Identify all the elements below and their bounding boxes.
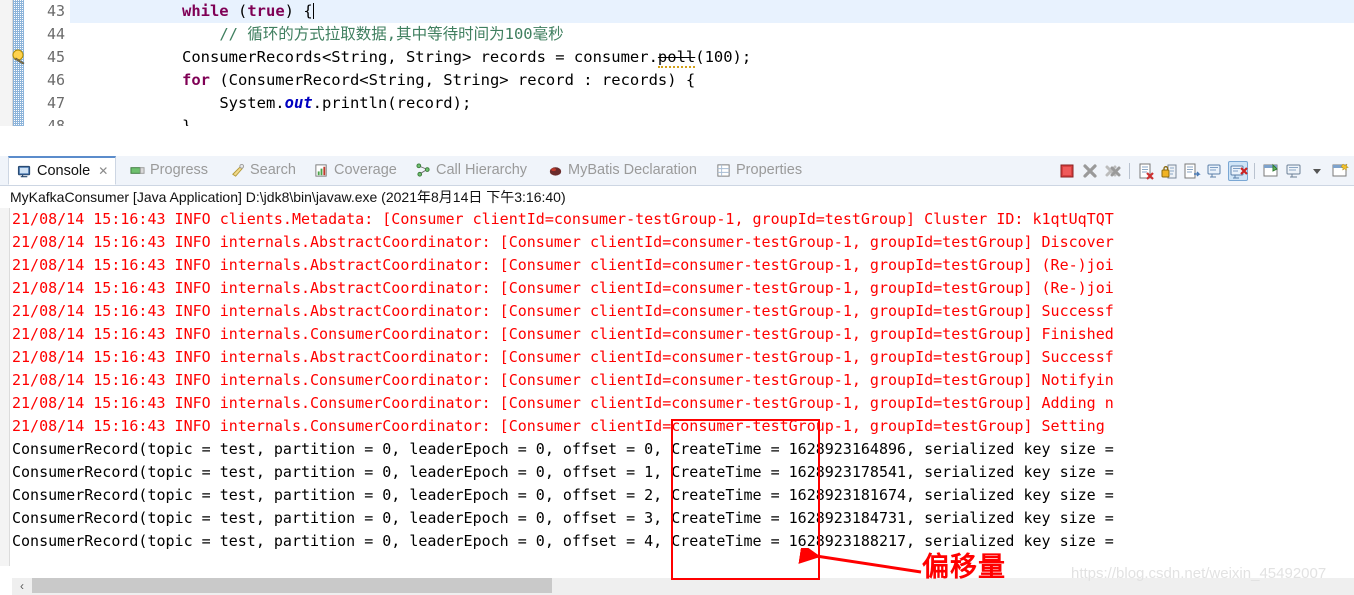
console-log-line[interactable]: ConsumerRecord(topic = test, partition =…: [12, 484, 1354, 507]
scrollbar-thumb[interactable]: [32, 578, 552, 593]
console-log-line[interactable]: 21/08/14 15:16:43 INFO internals.Abstrac…: [12, 300, 1354, 323]
terminate-icon[interactable]: [1057, 161, 1077, 181]
code-line[interactable]: for (ConsumerRecord<String, String> reco…: [70, 69, 1354, 92]
blog-watermark: https://blog.csdn.net/weixin_45492007: [1071, 565, 1327, 582]
toolbar-separator: [1129, 162, 1130, 179]
code-token: ) {: [284, 2, 313, 20]
properties-icon: [716, 163, 731, 178]
console-log-line[interactable]: 21/08/14 15:16:43 INFO internals.Consume…: [12, 369, 1354, 392]
console-log-line[interactable]: 21/08/14 15:16:43 INFO internals.Consume…: [12, 392, 1354, 415]
code-editor[interactable]: 43 44 45 46 47 48 while (true) { // 循环的方…: [0, 0, 1354, 126]
console-log-line[interactable]: ConsumerRecord(topic = test, partition =…: [12, 507, 1354, 530]
code-token: }: [70, 117, 192, 126]
progress-icon: [130, 163, 145, 178]
word-wrap-icon[interactable]: [1182, 161, 1202, 181]
tab-call-hierarchy[interactable]: Call Hierarchy: [408, 156, 538, 185]
line-number: 45: [46, 48, 65, 66]
line-number: 43: [46, 2, 65, 20]
code-token: System.: [219, 94, 285, 112]
tab-label: Properties: [736, 162, 803, 178]
eclipse-ide-window: 43 44 45 46 47 48 while (true) { // 循环的方…: [0, 0, 1354, 595]
close-icon[interactable]: ✕: [98, 164, 108, 178]
tab-mybatis-declaration[interactable]: MyBatis Declaration: [540, 156, 706, 185]
editor-line-number-gutter: 43 44 45 46 47 48: [24, 0, 69, 126]
console-view: Properties MyBatis Declaration Call Hierar…: [0, 156, 1354, 595]
code-token: out: [284, 94, 313, 112]
code-token: (100);: [695, 48, 752, 66]
line-number: 47: [46, 94, 65, 112]
mybatis-icon: [548, 163, 563, 178]
scroll-left-arrow[interactable]: ‹: [14, 578, 30, 595]
search-icon: [230, 163, 245, 178]
tab-label: Console: [37, 162, 91, 179]
console-log-line[interactable]: ConsumerRecord(topic = test, partition =…: [12, 438, 1354, 461]
line-number: 44: [46, 25, 65, 43]
tab-label: MyBatis Declaration: [568, 162, 697, 178]
remove-launch-icon[interactable]: [1080, 161, 1100, 181]
console-log-line[interactable]: 21/08/14 15:16:43 INFO clients.Metadata:…: [12, 208, 1354, 231]
code-line[interactable]: }: [70, 115, 1354, 126]
console-output-area[interactable]: 21/08/14 15:16:43 INFO clients.Metadata:…: [0, 208, 1354, 566]
code-token: .println(record);: [312, 94, 472, 112]
tab-search[interactable]: Search: [222, 156, 304, 185]
scroll-lock-icon[interactable]: [1159, 161, 1179, 181]
open-console-icon[interactable]: [1330, 161, 1350, 181]
console-log-line[interactable]: 21/08/14 15:16:43 INFO internals.Abstrac…: [12, 254, 1354, 277]
console-process-header: MyKafkaConsumer [Java Application] D:\jd…: [0, 186, 1354, 208]
code-token: // 循环的方式拉取数据,其中等待时间为100毫秒: [219, 25, 564, 43]
clear-console-icon[interactable]: [1136, 161, 1156, 181]
deprecation-warning-icon[interactable]: [12, 49, 28, 65]
console-icon: [17, 164, 32, 179]
code-line[interactable]: ConsumerRecords<String, String> records …: [70, 46, 1354, 69]
display-selected-console-icon[interactable]: [1284, 161, 1304, 181]
code-token: while: [181, 2, 229, 20]
code-token: for: [181, 71, 210, 89]
console-tab-bar: Properties MyBatis Declaration Call Hierar…: [0, 156, 1354, 186]
console-log-line[interactable]: ConsumerRecord(topic = test, partition =…: [12, 530, 1354, 553]
tab-coverage[interactable]: Coverage: [306, 156, 406, 185]
tab-progress[interactable]: Progress: [122, 156, 220, 185]
tab-label: Progress: [150, 162, 209, 178]
toolbar-separator: [1254, 162, 1255, 179]
tab-label: Coverage: [334, 162, 397, 178]
tab-properties[interactable]: Properties: [708, 156, 816, 185]
editor-code-text[interactable]: while (true) { // 循环的方式拉取数据,其中等待时间为100毫秒…: [70, 0, 1354, 126]
offset-annotation-label: 偏移量: [922, 552, 1006, 583]
console-log-line[interactable]: 21/08/14 15:16:43 INFO internals.Consume…: [12, 323, 1354, 346]
line-number: 46: [46, 71, 65, 89]
console-log-line[interactable]: 21/08/14 15:16:43 INFO internals.Abstrac…: [12, 277, 1354, 300]
code-token: (: [228, 2, 248, 20]
console-log-line[interactable]: ConsumerRecord(topic = test, partition =…: [12, 461, 1354, 484]
call-hierarchy-icon: [416, 163, 431, 178]
show-console-on-error-icon[interactable]: [1228, 160, 1248, 181]
console-log-line[interactable]: 21/08/14 15:16:43 INFO internals.Consume…: [12, 415, 1354, 438]
code-line[interactable]: while (true) {: [70, 0, 1354, 23]
console-log-line[interactable]: 21/08/14 15:16:43 INFO internals.Abstrac…: [12, 346, 1354, 369]
code-line[interactable]: // 循环的方式拉取数据,其中等待时间为100毫秒: [70, 23, 1354, 46]
code-token: poll: [657, 48, 696, 68]
show-console-on-output-icon[interactable]: [1205, 161, 1225, 181]
code-token: ConsumerRecords<String, String> records …: [181, 48, 658, 66]
pin-console-icon[interactable]: [1261, 161, 1281, 181]
line-number: 48: [46, 117, 65, 126]
tab-console[interactable]: Console ✕: [8, 156, 116, 185]
console-toolbar: [1057, 156, 1350, 185]
chevron-down-icon[interactable]: [1307, 161, 1327, 181]
coverage-icon: [314, 163, 329, 178]
remove-all-terminated-icon[interactable]: [1103, 161, 1123, 181]
console-log-lines[interactable]: 21/08/14 15:16:43 INFO clients.Metadata:…: [12, 208, 1354, 566]
tab-label: Search: [250, 162, 296, 178]
tab-label: Call Hierarchy: [436, 162, 528, 178]
code-token: (ConsumerRecord<String, String> record :…: [209, 71, 696, 89]
console-left-margin: [0, 208, 10, 566]
code-line[interactable]: System.out.println(record);: [70, 92, 1354, 115]
code-token: true: [247, 2, 285, 20]
console-log-line[interactable]: 21/08/14 15:16:43 INFO internals.Abstrac…: [12, 231, 1354, 254]
